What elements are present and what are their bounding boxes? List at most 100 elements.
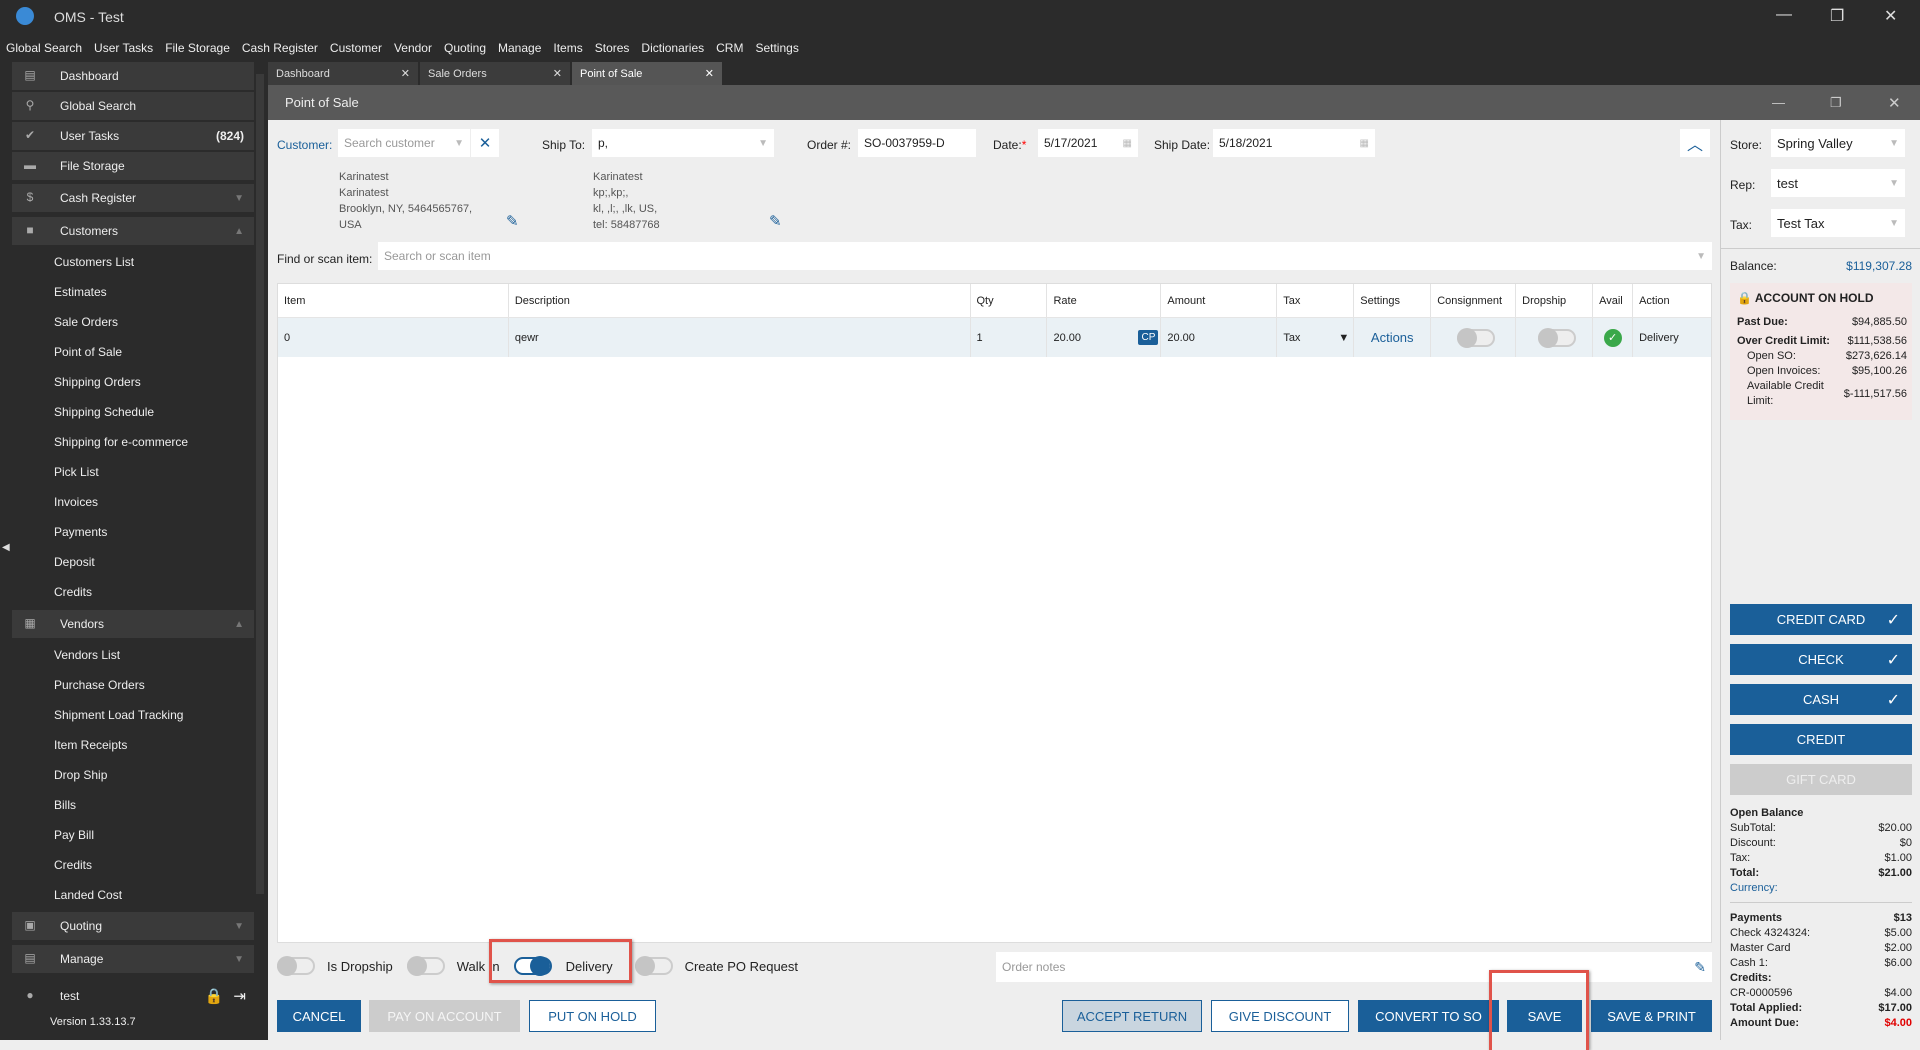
sidebar-item-quoting[interactable]: ▣ Quoting ▼ [12,912,254,940]
sidebar-item-file-storage[interactable]: ▬ File Storage [12,152,254,180]
cell-qty[interactable]: 1 [971,318,1048,357]
menu-vendor[interactable]: Vendor [394,41,432,55]
edit-notes-icon[interactable]: ✎ [1694,959,1706,976]
sidebar-item-point-of-sale[interactable]: Point of Sale [12,338,254,366]
sidebar-item-landed-cost[interactable]: Landed Cost [12,881,254,909]
sidebar-item-bills[interactable]: Bills [12,791,254,819]
sidebar-item-cash-register[interactable]: $ Cash Register ▼ [12,184,254,212]
credit-card-button[interactable]: CREDIT CARD ✓ [1730,604,1912,635]
credit-button[interactable]: CREDIT [1730,724,1912,755]
window-restore-icon[interactable]: ❐ [1830,95,1842,111]
date-input[interactable]: 5/17/2021 ▦ [1038,129,1138,157]
close-tab-icon[interactable]: ✕ [705,67,714,80]
tax-select[interactable]: Test Tax ▼ [1771,209,1905,237]
find-item-input[interactable]: Search or scan item ▼ [378,242,1712,270]
cash-button[interactable]: CASH ✓ [1730,684,1912,715]
menu-global-search[interactable]: Global Search [6,41,82,55]
tab-sale-orders[interactable]: Sale Orders ✕ [420,62,570,85]
maximize-icon[interactable]: ❐ [1830,6,1844,26]
sidebar-item-shipping-for-e-commerce[interactable]: Shipping for e-commerce [12,428,254,456]
menu-settings[interactable]: Settings [755,41,798,55]
menu-file-storage[interactable]: File Storage [165,41,230,55]
sidebar-item-shipping-schedule[interactable]: Shipping Schedule [12,398,254,426]
pay-on-account-button[interactable]: Pay on account [369,1000,520,1032]
cell-action[interactable]: Delivery [1633,318,1711,357]
sidebar-item-pick-list[interactable]: Pick List [12,458,254,486]
sidebar-item-pay-bill[interactable]: Pay Bill [12,821,254,849]
order-number-field[interactable]: SO-0037959-D [858,129,976,157]
currency-link[interactable]: Currency: [1730,881,1912,896]
cell-tax[interactable]: Tax ▼ [1277,318,1355,357]
customer-label[interactable]: Customer: [277,138,332,152]
cancel-button[interactable]: Cancel [277,1000,361,1032]
gift-card-button[interactable]: GIFT CARD [1730,764,1912,795]
window-minimize-icon[interactable]: — [1772,95,1785,110]
is-dropship-toggle[interactable] [277,956,315,976]
sidebar-item-vendors-list[interactable]: Vendors List [12,641,254,669]
tab-point-of-sale[interactable]: Point of Sale ✕ [572,62,722,85]
clear-customer-button[interactable]: ✕ [471,129,499,157]
close-icon[interactable]: ✕ [1884,6,1897,26]
actions-link[interactable]: Actions [1354,318,1432,357]
save-print-button[interactable]: Save & Print [1591,1000,1712,1032]
sidebar-item-purchase-orders[interactable]: Purchase Orders [12,671,254,699]
cell-amount[interactable]: 20.00 [1161,318,1278,357]
logout-icon[interactable]: ⇥ [233,987,246,1005]
put-on-hold-button[interactable]: Put on hold [529,1000,656,1032]
collapse-sidebar-icon[interactable]: ◀ [2,542,10,553]
consignment-toggle[interactable] [1457,327,1496,348]
convert-to-so-button[interactable]: Convert to SO [1358,1000,1499,1032]
sidebar-item-shipment-load-tracking[interactable]: Shipment Load Tracking [12,701,254,729]
cell-rate[interactable]: 20.00 CP [1047,318,1162,357]
rep-select[interactable]: test ▼ [1771,169,1905,197]
table-row[interactable]: 0 qewr 1 20.00 CP 20.00 Tax ▼ Actions ✓ De… [278,318,1711,357]
menu-user-tasks[interactable]: User Tasks [94,41,153,55]
lock-icon[interactable]: 🔒 [205,987,224,1005]
sidebar-item-invoices[interactable]: Invoices [12,488,254,516]
edit-ship-address-icon[interactable]: ✎ [769,212,782,230]
menu-dictionaries[interactable]: Dictionaries [641,41,704,55]
ship-date-input[interactable]: 5/18/2021 ▦ [1213,129,1375,157]
edit-customer-address-icon[interactable]: ✎ [506,212,519,230]
check-button[interactable]: CHECK ✓ [1730,644,1912,675]
cp-badge[interactable]: CP [1138,330,1159,345]
menu-quoting[interactable]: Quoting [444,41,486,55]
cell-item[interactable]: 0 [278,318,509,357]
order-notes-input[interactable]: Order notes ✎ [996,952,1712,982]
menu-stores[interactable]: Stores [595,41,630,55]
menu-manage[interactable]: Manage [498,41,541,55]
menu-crm[interactable]: CRM [716,41,743,55]
window-close-icon[interactable]: ✕ [1888,94,1901,112]
menu-items[interactable]: Items [553,41,582,55]
walk-in-toggle[interactable] [406,956,445,976]
sidebar-item-vendors[interactable]: ▦ Vendors ▲ [12,610,254,638]
minimize-icon[interactable]: — [1776,6,1792,24]
accept-return-button[interactable]: Accept return [1062,1000,1202,1032]
sidebar-item-manage[interactable]: ▤ Manage ▼ [12,945,254,973]
create-po-toggle[interactable] [634,956,673,976]
sidebar-item-estimates[interactable]: Estimates [12,278,254,306]
close-tab-icon[interactable]: ✕ [553,67,562,80]
sidebar-item-deposit[interactable]: Deposit [12,548,254,576]
calendar-icon[interactable]: ▦ [1360,138,1369,149]
sidebar-item-sale-orders[interactable]: Sale Orders [12,308,254,336]
sidebar-item-payments[interactable]: Payments [12,518,254,546]
sidebar-item-customers[interactable]: ■ Customers ▲ [12,217,254,245]
sidebar-item-shipping-orders[interactable]: Shipping Orders [12,368,254,396]
sidebar-item-drop-ship[interactable]: Drop Ship [12,761,254,789]
menu-cash-register[interactable]: Cash Register [242,41,318,55]
dropship-toggle[interactable] [1538,327,1577,348]
close-tab-icon[interactable]: ✕ [401,67,410,80]
tab-dashboard[interactable]: Dashboard ✕ [268,62,418,85]
calendar-icon[interactable]: ▦ [1123,138,1132,149]
sidebar-item-global-search[interactable]: ⚲ Global Search [12,92,254,120]
cell-description[interactable]: qewr [509,318,971,357]
sidebar-item-credits[interactable]: Credits [12,851,254,879]
sidebar-item-item-receipts[interactable]: Item Receipts [12,731,254,759]
sidebar-scrollbar[interactable] [256,74,264,894]
customer-search-input[interactable]: Search customer ▼ [338,129,470,157]
sidebar-item-customers-list[interactable]: Customers List [12,248,254,276]
give-discount-button[interactable]: Give discount [1211,1000,1349,1032]
sidebar-item-credits[interactable]: Credits [12,578,254,606]
menu-customer[interactable]: Customer [330,41,382,55]
